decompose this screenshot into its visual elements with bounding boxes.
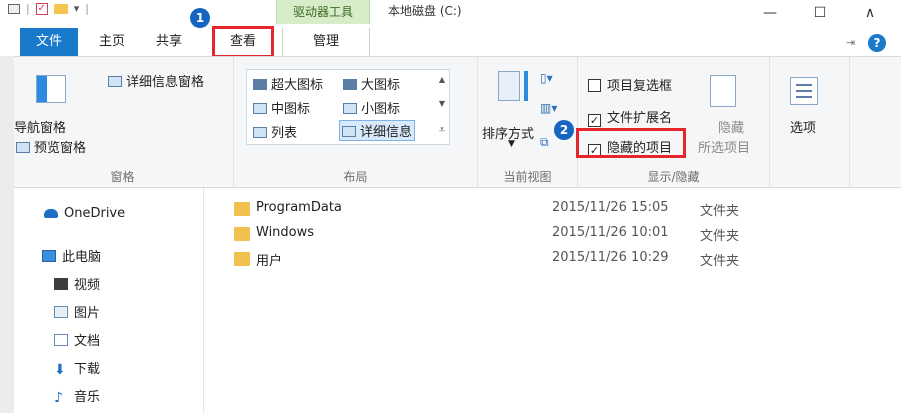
layout-medium-icons[interactable]: 中图标 <box>253 98 310 117</box>
details-pane-icon <box>108 76 122 87</box>
options-icon[interactable] <box>790 77 818 105</box>
properties-icon[interactable] <box>8 3 20 14</box>
step-badge-1: 1 <box>190 8 210 28</box>
help-icon[interactable]: ? <box>868 34 886 52</box>
file-type: 文件夹 <box>700 204 740 219</box>
group-label-show-hide: 显示/隐藏 <box>647 170 700 184</box>
folder-icon <box>234 252 250 266</box>
ribbon-view: 详细信息窗格 导航窗格 预览窗格 窗格 布局 超大图标 大图标 中图标 小图标 … <box>12 56 901 189</box>
sort-arrow-icon <box>524 71 528 101</box>
details-icon <box>342 126 356 137</box>
layout-extra-large-icons[interactable]: 超大图标 <box>253 74 323 93</box>
size-columns-icon[interactable]: ⧉ <box>540 135 549 150</box>
small-icons-icon <box>343 103 357 114</box>
file-type: 文件夹 <box>700 254 740 269</box>
tab-file[interactable]: 文件 <box>20 28 78 56</box>
details-pane-button[interactable]: 详细信息窗格 <box>108 71 204 90</box>
download-arrow-icon: ⬇ <box>54 362 66 378</box>
item-checkboxes-toggle[interactable]: 项目复选框 <box>588 75 672 94</box>
nav-item-onedrive[interactable]: OneDrive <box>44 206 125 221</box>
hide-selected-label-1: 隐藏 <box>718 121 745 136</box>
scroll-down-icon[interactable]: ▼ <box>434 99 450 108</box>
nav-item-videos[interactable]: 视频 <box>54 274 100 293</box>
file-extensions-checkbox[interactable]: ✓ <box>588 114 601 127</box>
nav-item-this-pc[interactable]: 此电脑 <box>42 246 101 265</box>
layout-gallery: 超大图标 大图标 中图标 小图标 列表 详细信息 <box>246 69 450 145</box>
item-checkboxes-checkbox[interactable] <box>588 79 601 92</box>
step-badge-2: 2 <box>554 120 574 140</box>
layout-small-icons[interactable]: 小图标 <box>343 98 400 117</box>
navigation-pane: OneDrive 此电脑 视频 图片 文档 ⬇ 下载 ♪ 音乐 <box>14 188 204 413</box>
navigation-pane-button[interactable]: 导航窗格 <box>14 117 66 136</box>
group-label-panes: 窗格 <box>110 170 135 184</box>
file-name: ProgramData <box>256 200 342 215</box>
checkmark-icon[interactable]: ✓ <box>35 2 48 15</box>
explorer-window: | ✓ ▾ | 驱动器工具 本地磁盘 (C:) — ☐ ∧ 文件 主页 共享 查… <box>0 0 901 413</box>
hidden-items-highlight <box>576 128 686 158</box>
ribbon-expand-button[interactable]: ∧ <box>850 2 890 26</box>
qat-dropdown-icon[interactable]: ▾ <box>74 2 80 15</box>
view-tab-highlight <box>212 26 274 58</box>
preview-pane-button[interactable]: 预览窗格 <box>16 137 86 156</box>
video-icon <box>54 278 68 290</box>
group-label-current-view: 当前视图 <box>503 170 552 184</box>
nav-item-pictures[interactable]: 图片 <box>54 302 100 321</box>
layout-details[interactable]: 详细信息 <box>339 120 416 141</box>
music-note-icon: ♪ <box>54 390 63 406</box>
group-label-layout: 布局 <box>343 170 368 184</box>
tab-manage[interactable]: 管理 <box>282 28 370 56</box>
nav-item-downloads[interactable]: ⬇ 下载 <box>54 358 100 377</box>
quick-access-toolbar: | ✓ ▾ | <box>8 2 89 15</box>
window-title: 本地磁盘 (C:) <box>388 4 462 18</box>
hide-selected-label-2: 所选项目 <box>698 141 751 156</box>
drive-tools-context-title: 驱动器工具 <box>276 0 370 24</box>
file-type: 文件夹 <box>700 229 740 244</box>
gallery-more-icon[interactable]: ⩡ <box>434 123 450 137</box>
new-folder-icon[interactable] <box>53 3 68 14</box>
layout-large-icons[interactable]: 大图标 <box>343 74 400 93</box>
folder-icon <box>234 227 250 241</box>
preview-pane-icon <box>16 142 30 153</box>
computer-icon <box>42 250 56 262</box>
title-bar: | ✓ ▾ | 驱动器工具 本地磁盘 (C:) — ☐ ∧ <box>0 0 901 28</box>
file-date: 2015/11/26 15:05 <box>552 200 669 215</box>
file-name: Windows <box>256 225 315 240</box>
file-name: 用户 <box>256 254 283 269</box>
picture-icon <box>54 306 68 318</box>
nav-item-music[interactable]: ♪ 音乐 <box>54 386 100 405</box>
folder-icon <box>234 202 250 216</box>
extra-large-icons-icon <box>253 79 267 90</box>
navigation-pane-icon[interactable] <box>36 75 66 103</box>
group-by-icon[interactable]: ▯▾ <box>540 71 553 85</box>
nav-item-documents[interactable]: 文档 <box>54 330 100 349</box>
pin-icon[interactable]: ⇥ <box>846 36 855 49</box>
file-list: ProgramData 2015/11/26 15:05 文件夹 Windows… <box>204 188 901 413</box>
list-icon <box>253 127 267 138</box>
scroll-up-icon[interactable]: ▲ <box>434 75 450 84</box>
sort-by-dropdown-icon[interactable]: ▼ <box>508 139 515 149</box>
add-columns-icon[interactable]: ▥▾ <box>540 101 557 115</box>
layout-gallery-scroll[interactable]: ▲ ▼ ⩡ <box>434 69 450 145</box>
file-extensions-toggle[interactable]: ✓ 文件扩展名 <box>588 107 672 127</box>
group-panes: 详细信息窗格 导航窗格 预览窗格 窗格 <box>12 57 234 189</box>
sort-by-icon[interactable] <box>498 71 520 101</box>
tab-home[interactable]: 主页 <box>92 28 132 56</box>
window-left-edge <box>0 56 14 413</box>
cloud-icon <box>44 209 58 218</box>
options-button[interactable]: 选项 <box>790 117 816 136</box>
maximize-button[interactable]: ☐ <box>800 2 840 26</box>
file-date: 2015/11/26 10:01 <box>552 225 669 240</box>
layout-list[interactable]: 列表 <box>253 122 297 141</box>
large-icons-icon <box>343 79 357 90</box>
group-show-hide: 项目复选框 ✓ 文件扩展名 ✓ 隐藏的项目 隐藏 所选项目 显示/隐藏 <box>578 57 770 189</box>
hide-selected-icon[interactable] <box>710 75 736 107</box>
document-icon <box>54 334 68 346</box>
file-date: 2015/11/26 10:29 <box>552 250 669 265</box>
medium-icons-icon <box>253 103 267 114</box>
ribbon-tabs: 文件 主页 共享 查看 管理 <box>0 28 901 56</box>
tab-share[interactable]: 共享 <box>144 28 194 56</box>
minimize-button[interactable]: — <box>750 2 790 26</box>
